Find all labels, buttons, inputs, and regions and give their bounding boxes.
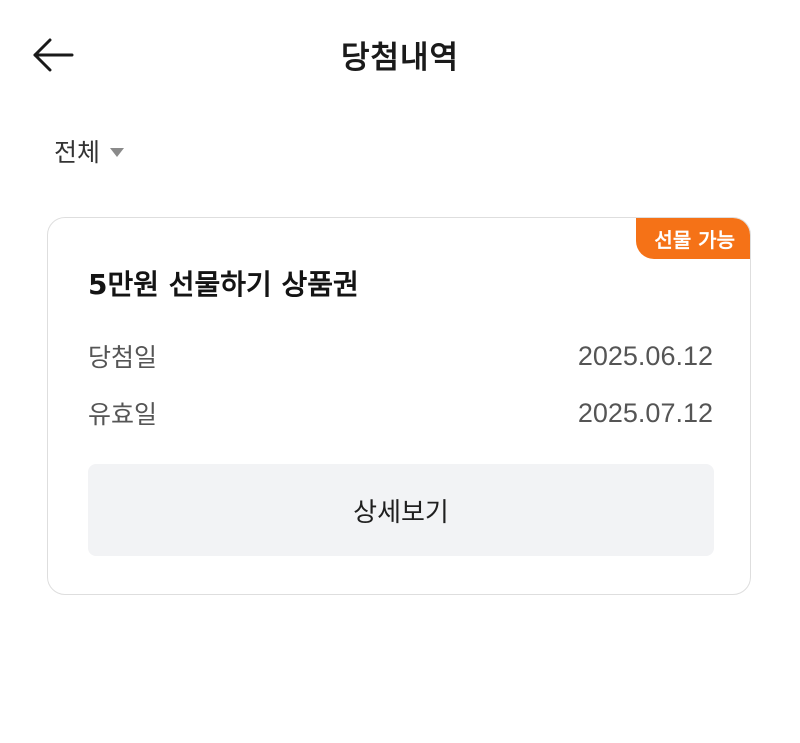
filter-dropdown[interactable]: 전체 (54, 133, 125, 169)
caret-down-icon (110, 147, 125, 157)
win-date-value: 2025.06.12 (577, 340, 713, 371)
win-date-label: 당첨일 (88, 343, 158, 372)
page-title: 당첨내역 (340, 40, 460, 76)
prize-title: 5만원 선물하기 상품권 (88, 268, 359, 301)
valid-date-value: 2025.07.12 (577, 397, 713, 428)
gift-available-badge: 선물 가능 (636, 218, 750, 259)
app-header: 당첨내역 (0, 0, 800, 110)
view-details-button[interactable]: 상세보기 (88, 464, 714, 556)
prize-card: 선물 가능 5만원 선물하기 상품권 당첨일 2025.06.12 유효일 20… (47, 217, 751, 595)
filter-label: 전체 (54, 138, 101, 167)
valid-date-label: 유효일 (88, 400, 158, 429)
valid-date-row: 유효일 2025.07.12 (88, 395, 713, 431)
win-date-row: 당첨일 2025.06.12 (88, 338, 713, 374)
